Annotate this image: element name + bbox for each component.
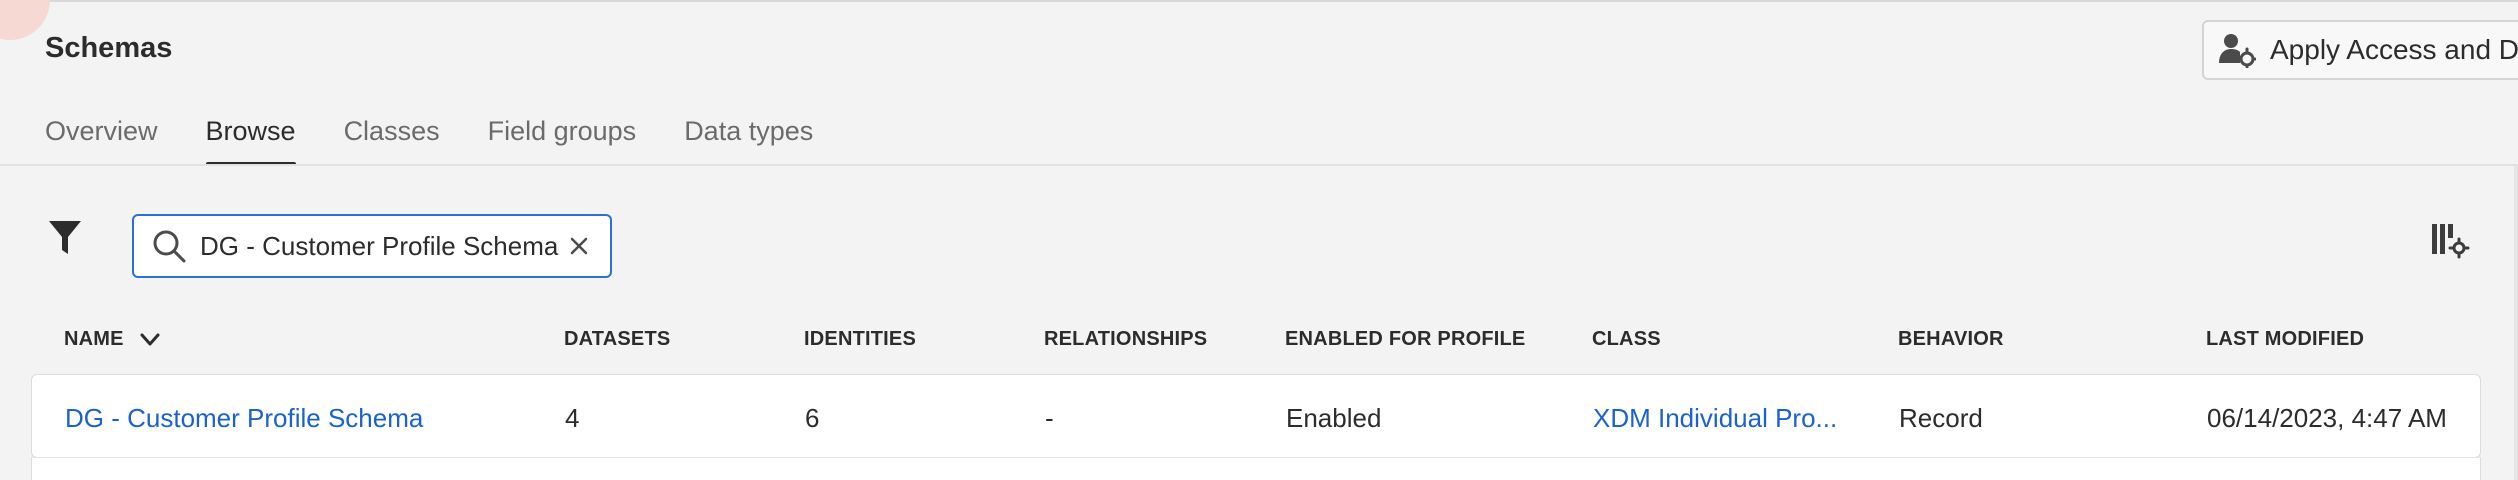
close-icon[interactable]: [568, 235, 590, 257]
relationships-cell: -: [1045, 403, 1054, 433]
user-gear-icon: [2219, 34, 2256, 68]
table-row[interactable]: [31, 457, 2481, 480]
tab-bar: Overview Browse Classes Field groups Dat…: [45, 112, 813, 166]
last-modified-cell: 06/14/2023, 4:47 AM: [2207, 403, 2447, 433]
top-border: [0, 0, 2518, 2]
table-row[interactable]: DG - Customer Profile Schema 4 6 - Enabl…: [31, 374, 2481, 458]
chevron-down-icon[interactable]: [140, 333, 160, 347]
column-header-class[interactable]: CLASS: [1592, 328, 1661, 351]
filter-icon: [49, 221, 81, 254]
tabs-divider: [0, 164, 2518, 166]
column-header-enabled-for-profile[interactable]: ENABLED FOR PROFILE: [1285, 328, 1525, 351]
column-settings-button[interactable]: [2430, 220, 2470, 260]
datasets-cell: 4: [565, 403, 580, 433]
column-header-datasets[interactable]: DATASETS: [564, 328, 670, 351]
avatar[interactable]: [0, 0, 50, 40]
class-link[interactable]: XDM Individual Pro...: [1593, 403, 1837, 434]
page-title: Schemas: [45, 32, 173, 64]
column-header-identities[interactable]: IDENTITIES: [804, 328, 916, 351]
apply-access-labels-label: Apply Access and Data Governance Labels: [2270, 34, 2518, 65]
search-field[interactable]: DG - Customer Profile Schema: [132, 214, 612, 278]
tab-classes[interactable]: Classes: [344, 112, 440, 166]
column-settings-icon: [2432, 224, 2470, 259]
column-header-behavior[interactable]: BEHAVIOR: [1898, 328, 2004, 351]
identities-cell: 6: [805, 403, 820, 433]
tab-data-types[interactable]: Data types: [684, 112, 813, 166]
search-input[interactable]: DG - Customer Profile Schema: [200, 231, 558, 262]
behavior-cell: Record: [1899, 403, 1983, 433]
column-header-relationships[interactable]: RELATIONSHIPS: [1044, 328, 1207, 351]
apply-access-labels-button[interactable]: Apply Access and Data Governance Labels: [2202, 20, 2518, 80]
enabled-for-profile-cell: Enabled: [1286, 403, 1382, 433]
filter-button[interactable]: [48, 220, 82, 256]
search-icon: [153, 230, 186, 263]
scrollbar-track[interactable]: [2514, 166, 2518, 480]
column-header-name[interactable]: NAME: [64, 328, 160, 351]
column-header-last-modified[interactable]: LAST MODIFIED: [2206, 328, 2364, 351]
tab-overview[interactable]: Overview: [45, 112, 158, 166]
tab-browse[interactable]: Browse: [205, 112, 296, 166]
tab-field-groups[interactable]: Field groups: [488, 112, 637, 166]
schema-name-link[interactable]: DG - Customer Profile Schema: [65, 403, 423, 434]
column-header-name-label: NAME: [64, 328, 124, 350]
table-header: NAME DATASETS IDENTITIES RELATIONSHIPS E…: [0, 328, 2518, 354]
